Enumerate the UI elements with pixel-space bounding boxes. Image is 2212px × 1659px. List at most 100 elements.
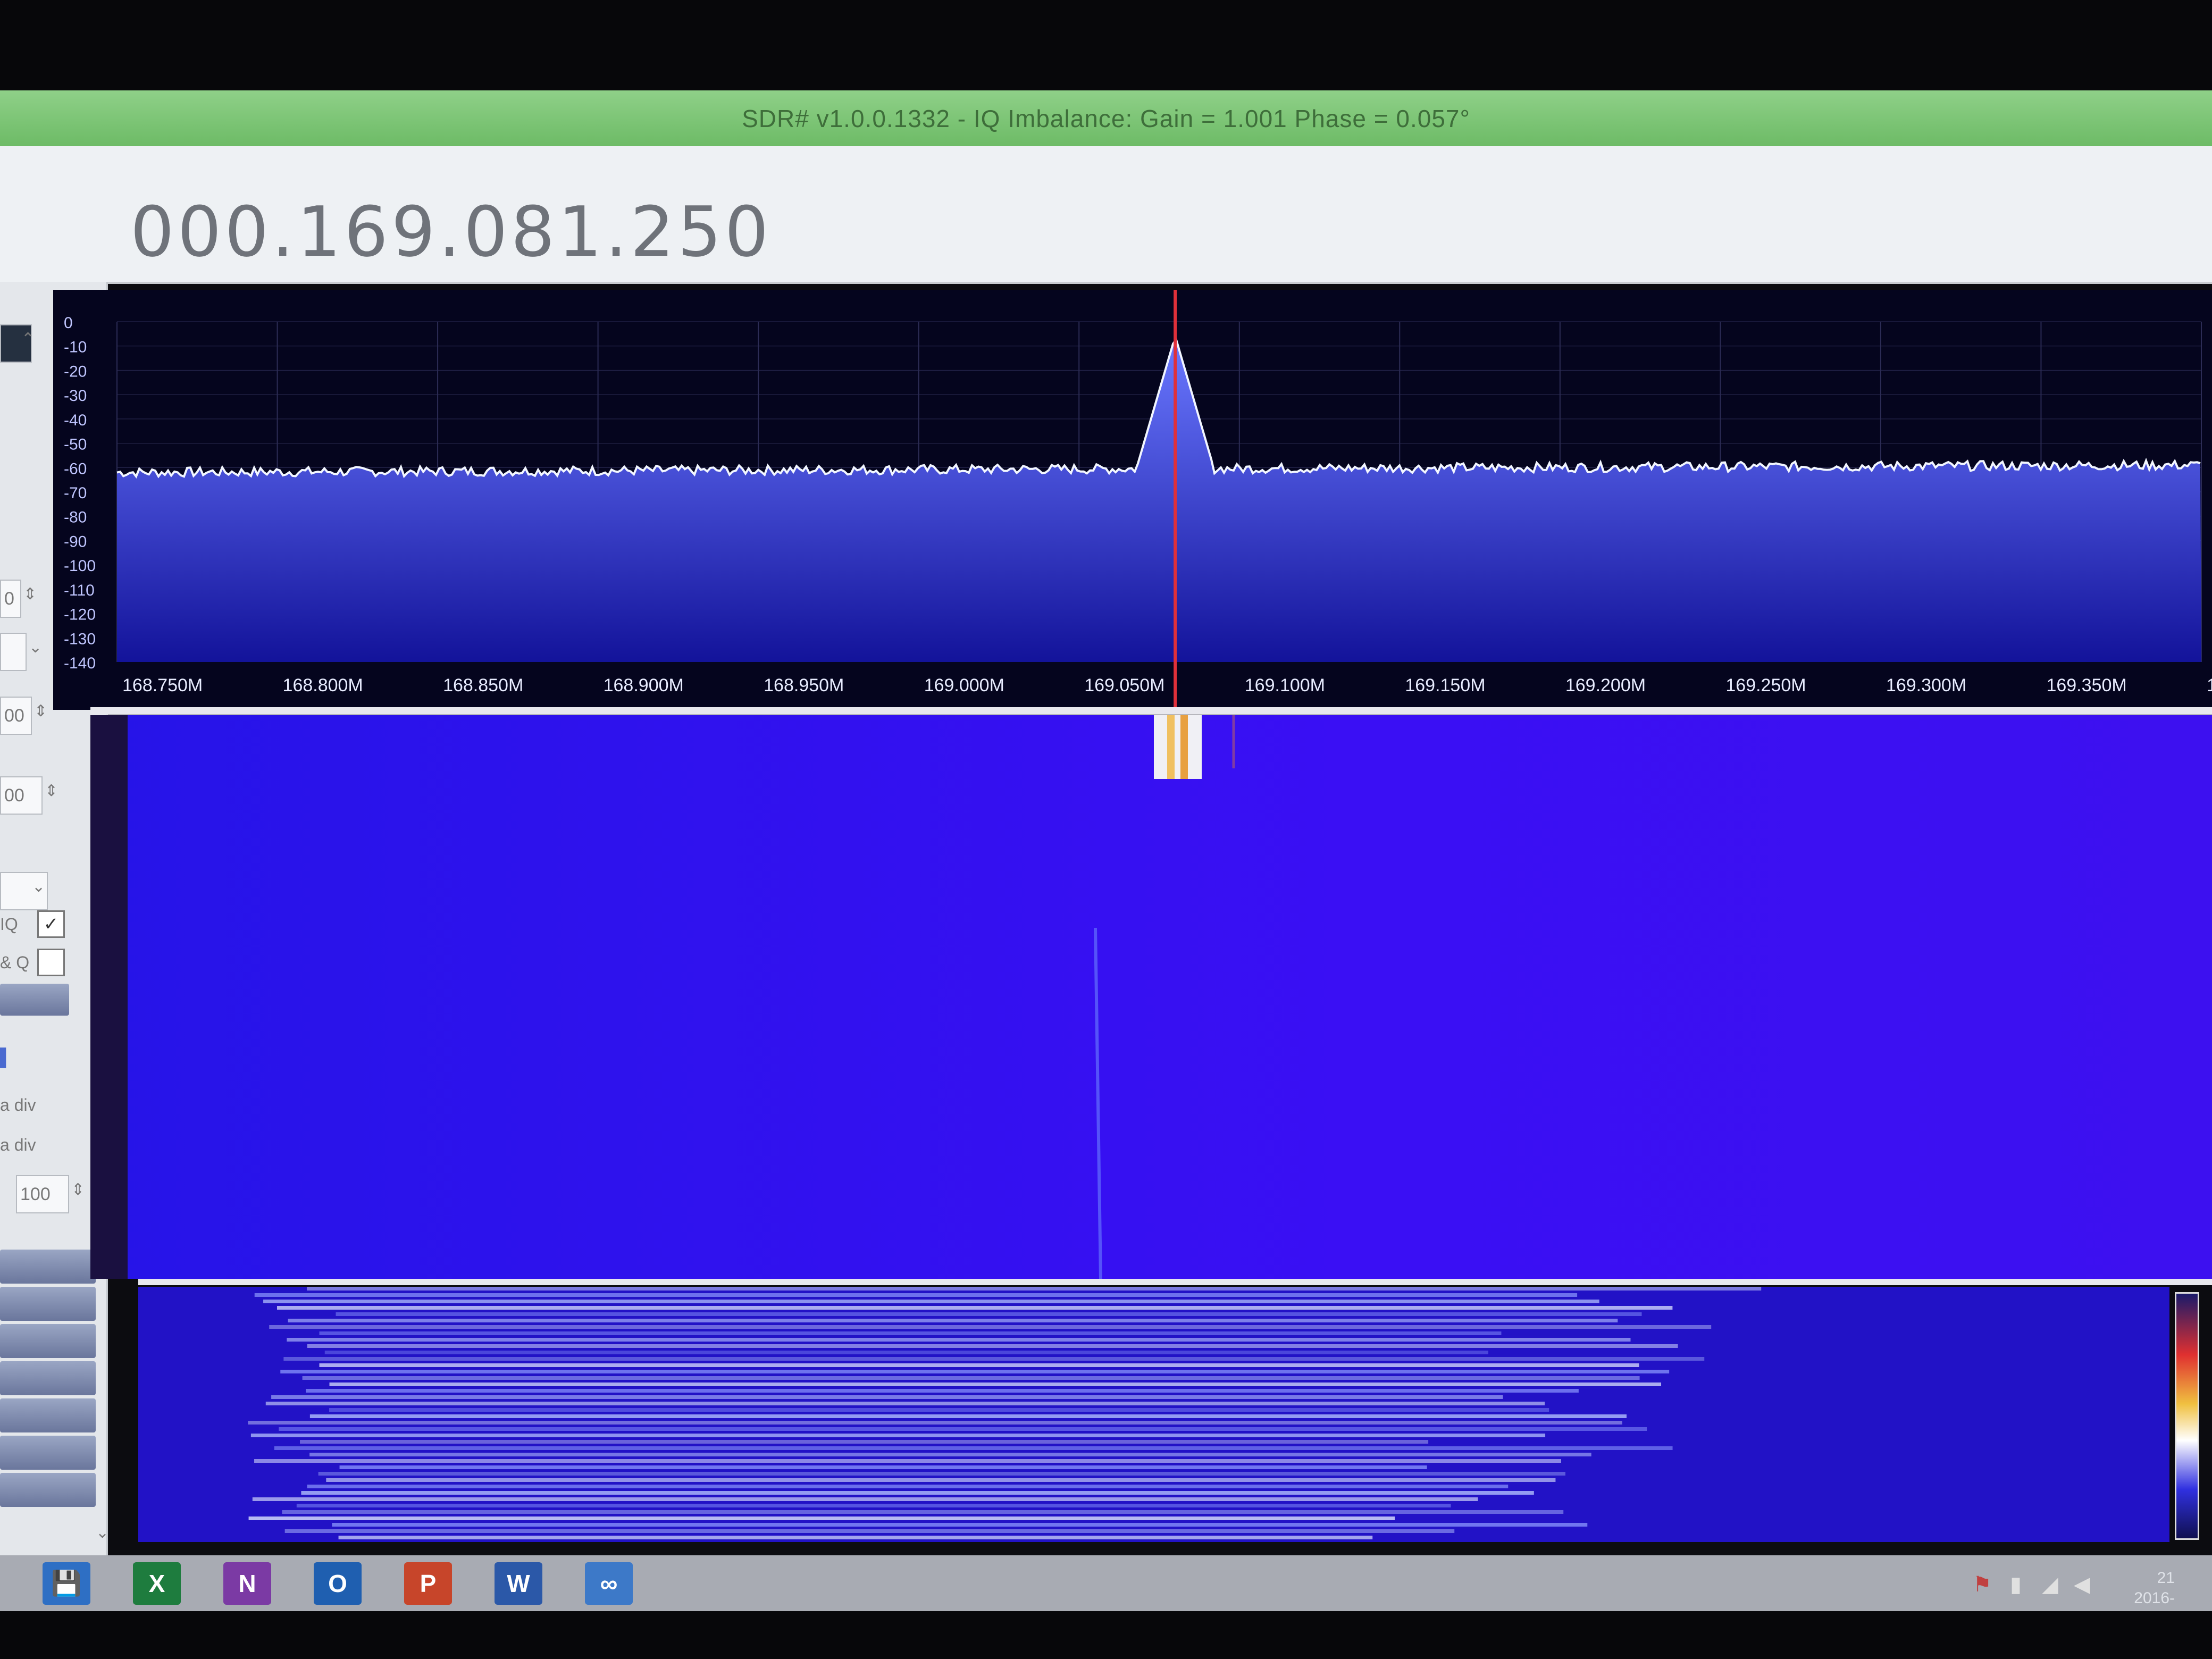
sdrsharp-icon[interactable]: ∞ xyxy=(585,1562,633,1605)
waterfall-left-edge xyxy=(90,715,128,1279)
taskbar-icons: 💾 X N O P W ∞ xyxy=(0,1562,633,1605)
color-scale-bar xyxy=(2175,1292,2199,1540)
audio-stripe xyxy=(306,1287,1762,1291)
db-tick-label: -90 xyxy=(64,533,87,550)
audio-stripe xyxy=(296,1504,1451,1507)
audio-stripe xyxy=(284,1529,1455,1533)
blue-marker-icon: ▌ xyxy=(0,1048,12,1067)
taskbar: 💾 X N O P W ∞ ⚑ ▮ ◢ ◀ 21 2016- xyxy=(0,1555,2212,1611)
onenote-icon[interactable]: N xyxy=(223,1562,271,1605)
audio-waterfall-plot[interactable] xyxy=(138,1287,2169,1542)
spin-arrows-icon[interactable]: ⇕ xyxy=(71,1180,85,1199)
db-tick-label: -120 xyxy=(64,606,96,624)
waterfall-audio-divider[interactable] xyxy=(138,1279,2212,1285)
audio-stripe xyxy=(269,1325,1712,1329)
audio-stripe xyxy=(279,1427,1647,1431)
audio-stripe xyxy=(336,1312,1642,1316)
audio-stripe xyxy=(309,1453,1591,1456)
db-tick-label: -50 xyxy=(64,436,87,454)
chevron-down-icon[interactable]: ⌄ xyxy=(29,638,42,657)
plugin-panel-tab-6[interactable] xyxy=(0,1436,96,1470)
db-tick-label: -40 xyxy=(64,412,87,429)
system-tray[interactable]: ⚑ ▮ ◢ ◀ 21 2016- xyxy=(1962,1561,2196,1608)
clock-time: 21 xyxy=(2157,1569,2175,1587)
audio-stripe xyxy=(329,1408,1549,1412)
plugin-panel-tab-5[interactable] xyxy=(0,1398,96,1432)
audio-stripe xyxy=(254,1293,1578,1297)
spectrum-waterfall-divider[interactable] xyxy=(90,707,2212,715)
spin-control-c[interactable]: 00 ⇕ xyxy=(0,776,96,815)
audio-stripe xyxy=(280,1370,1670,1373)
signal-icon[interactable]: ◢ xyxy=(2042,1572,2058,1597)
audio-stripe xyxy=(307,1485,1509,1488)
plugin-panel-tab-7[interactable] xyxy=(0,1473,96,1507)
audio-stripe xyxy=(263,1300,1599,1303)
dropdown-control-b[interactable]: ⌄ xyxy=(0,872,96,910)
excel-icon[interactable]: X xyxy=(133,1562,181,1605)
freq-tick-label: 168.800M xyxy=(283,675,363,696)
spectrum-analyzer[interactable]: 0 -10 -20 -30 -40 -50 -60 -70 -80 -90 -100 -110 -120… xyxy=(53,290,2212,710)
monitor-bezel-top xyxy=(0,0,2212,90)
plugin-panel-tab-4[interactable] xyxy=(0,1361,96,1395)
clock[interactable]: 21 2016- xyxy=(2134,1568,2175,1608)
audio-stripe xyxy=(250,1434,1546,1437)
db-tick-label: -30 xyxy=(64,387,87,405)
audio-stripe xyxy=(283,1357,1705,1361)
volume-icon[interactable]: ◀ xyxy=(2074,1572,2090,1597)
plugin-panel-tab-3[interactable] xyxy=(0,1324,96,1358)
db-tick-label: -100 xyxy=(64,557,96,575)
swap-iq-checkbox[interactable]: ✓ xyxy=(37,910,65,938)
audio-stripe xyxy=(326,1478,1556,1482)
spin-c-value[interactable]: 00 xyxy=(0,776,43,815)
scroll-down-icon[interactable]: ⌄ xyxy=(96,1523,109,1542)
db-tick-label: -70 xyxy=(64,484,87,502)
network-icon[interactable]: ⚑ xyxy=(1973,1572,1992,1597)
chevron-down-icon[interactable]: ⌄ xyxy=(32,877,45,896)
waterfall-plot[interactable] xyxy=(90,715,2212,1279)
freq-tick-label: 169.000M xyxy=(924,675,1004,696)
db-axis: 0 -10 -20 -30 -40 -50 -60 -70 -80 -90 -100 -110 -120… xyxy=(64,314,96,672)
spin-arrows-icon[interactable]: ⇕ xyxy=(23,585,37,604)
fft-label: & Q xyxy=(0,953,30,972)
outlook-icon[interactable]: O xyxy=(314,1562,362,1605)
plugin-panel-tab-2[interactable] xyxy=(0,1287,96,1321)
spin-control-d[interactable]: 100 ⇕ xyxy=(0,1175,96,1213)
scroll-up-icon[interactable]: ⌃ xyxy=(21,330,35,348)
spin-arrows-icon[interactable]: ⇕ xyxy=(45,782,58,800)
freq-tick-label: 168.850M xyxy=(443,675,523,696)
dropdown-a-box[interactable] xyxy=(0,633,27,671)
audio-stripe xyxy=(318,1472,1565,1476)
freq-tick-label: 168.950M xyxy=(764,675,844,696)
freq-tick-label: 168.900M xyxy=(604,675,684,696)
spin-a-value[interactable]: 0 xyxy=(0,580,21,618)
audio-stripe xyxy=(309,1414,1627,1418)
powerpoint-icon[interactable]: P xyxy=(404,1562,452,1605)
audio-stripe xyxy=(271,1395,1503,1399)
plugin-panel-tab-1[interactable] xyxy=(0,1250,96,1284)
swap-iq-label: IQ xyxy=(0,915,18,934)
freq-tick-label: 169.150M xyxy=(1405,675,1485,696)
freq-tick-label: 169.200M xyxy=(1565,675,1646,696)
freq-tick-label: 169.300M xyxy=(1886,675,1966,696)
db-tick-label: 0 xyxy=(64,314,73,332)
audio-stripe xyxy=(252,1497,1478,1501)
sidebar-button[interactable] xyxy=(0,984,69,1016)
waterfall-display[interactable] xyxy=(90,715,2212,1279)
spin-d-value[interactable]: 100 xyxy=(16,1175,69,1213)
spectrum-plot[interactable]: 0 -10 -20 -30 -40 -50 -60 -70 -80 -90 -100 -110 -120… xyxy=(53,290,2212,710)
spin-arrows-icon[interactable]: ⇕ xyxy=(34,702,47,720)
audio-stripe xyxy=(265,1402,1545,1405)
battery-icon[interactable]: ▮ xyxy=(2010,1572,2022,1597)
audio-waterfall[interactable] xyxy=(138,1287,2169,1542)
spin-b-value[interactable]: 00 xyxy=(0,697,32,735)
db-tick-label: -10 xyxy=(64,339,87,356)
frequency-display[interactable]: 000.169.081.250 xyxy=(130,191,772,272)
audio-stripe xyxy=(282,1510,1564,1514)
db-tick-label: -20 xyxy=(64,363,87,380)
fft-checkbox[interactable] xyxy=(37,949,65,976)
frequency-bar: 000.169.081.250 xyxy=(0,146,2212,284)
word-icon[interactable]: W xyxy=(495,1562,542,1605)
db-tick-label: -60 xyxy=(64,460,87,477)
monitor-bezel-bottom xyxy=(0,1611,2212,1659)
save-icon[interactable]: 💾 xyxy=(43,1562,90,1605)
